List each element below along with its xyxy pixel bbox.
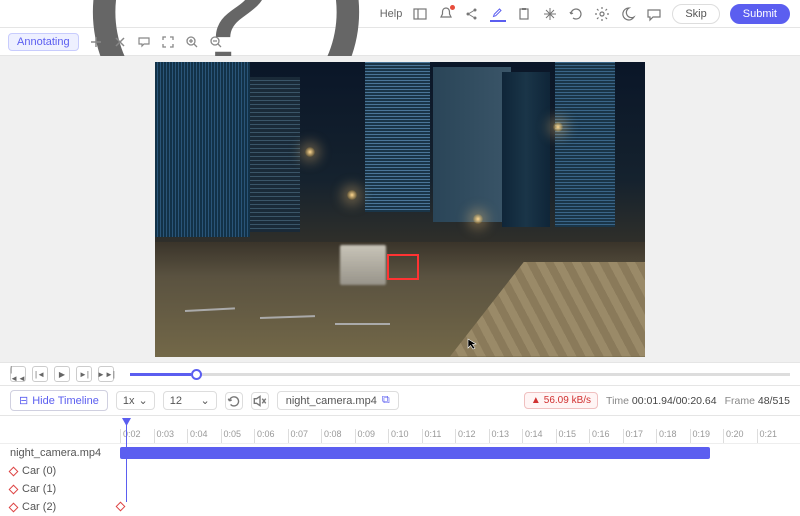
warning-icon: ▲ bbox=[531, 395, 541, 406]
timeline-settings: ⊟ Hide Timeline 1x⌄ 12⌄ night_camera.mp4… bbox=[0, 386, 800, 416]
file-chip[interactable]: night_camera.mp4 ⧉ bbox=[277, 391, 399, 410]
collapse-icon: ⊟ bbox=[19, 394, 28, 407]
ruler-tick: 0:04 bbox=[187, 429, 221, 443]
playhead[interactable] bbox=[126, 420, 127, 502]
status-pill: Annotating bbox=[8, 33, 79, 51]
ruler-tick: 0:16 bbox=[589, 429, 623, 443]
gear-icon[interactable] bbox=[594, 6, 610, 22]
expand-icon[interactable] bbox=[161, 35, 175, 49]
bitrate-warning: ▲ 56.09 kB/s bbox=[524, 392, 598, 409]
copy-icon[interactable]: ⧉ bbox=[382, 394, 390, 407]
clipboard-icon[interactable] bbox=[516, 6, 532, 22]
ruler-tick: 0:17 bbox=[623, 429, 657, 443]
sparkle-icon[interactable] bbox=[542, 6, 558, 22]
ruler-tick: 0:21 bbox=[757, 429, 791, 443]
file-name: night_camera.mp4 bbox=[286, 395, 377, 407]
help-label: Help bbox=[380, 8, 403, 20]
ruler-tick: 0:18 bbox=[656, 429, 690, 443]
ruler-tick: 0:14 bbox=[522, 429, 556, 443]
panel-icon[interactable] bbox=[412, 6, 428, 22]
moon-icon[interactable] bbox=[620, 6, 636, 22]
keyframe-icon bbox=[9, 484, 19, 494]
prev-frame-button[interactable]: |◄ bbox=[32, 366, 48, 382]
keyframe-icon bbox=[9, 466, 19, 476]
ruler-tick: 0:03 bbox=[154, 429, 188, 443]
building bbox=[555, 62, 615, 227]
cursor-icon bbox=[467, 338, 479, 350]
time-info: Time 00:01.94/00:20.64 bbox=[606, 395, 717, 407]
track-label: Car (1) bbox=[10, 483, 120, 495]
brush-icon[interactable] bbox=[490, 6, 506, 22]
object-track[interactable]: Car (0) bbox=[0, 462, 800, 480]
object-track[interactable]: Car (2) bbox=[0, 498, 800, 516]
ruler-tick: 0:13 bbox=[489, 429, 523, 443]
close-icon[interactable] bbox=[113, 35, 127, 49]
comment-icon[interactable] bbox=[137, 35, 151, 49]
play-button[interactable]: ▶ bbox=[54, 366, 70, 382]
mute-icon[interactable] bbox=[251, 392, 269, 410]
ruler-tick: 0:10 bbox=[388, 429, 422, 443]
canvas-area[interactable] bbox=[0, 56, 800, 362]
chevron-down-icon: ⌄ bbox=[200, 394, 209, 407]
streetlight bbox=[305, 147, 315, 157]
ruler-tick: 0:20 bbox=[723, 429, 757, 443]
timeline-ruler[interactable]: 0:020:030:040:050:060:070:080:090:100:11… bbox=[0, 416, 800, 444]
ruler-tick: 0:11 bbox=[422, 429, 456, 443]
timeline: 0:020:030:040:050:060:070:080:090:100:11… bbox=[0, 416, 800, 516]
track-label: Car (2) bbox=[10, 501, 120, 513]
skip-end-button[interactable]: ►►| bbox=[98, 366, 114, 382]
seek-thumb[interactable] bbox=[191, 369, 202, 380]
ruler-tick: 0:19 bbox=[690, 429, 724, 443]
chat-icon[interactable] bbox=[646, 6, 662, 22]
chevron-down-icon: ⌄ bbox=[138, 394, 147, 407]
submit-button[interactable]: Submit bbox=[730, 4, 790, 24]
skip-button[interactable]: Skip bbox=[672, 4, 719, 24]
seek-slider[interactable] bbox=[130, 373, 790, 376]
skip-start-button[interactable]: |◄◄ bbox=[10, 366, 26, 382]
fps-select[interactable]: 12⌄ bbox=[163, 391, 217, 410]
building bbox=[433, 67, 511, 222]
bitrate-value: 56.09 kB/s bbox=[544, 395, 591, 406]
bell-icon[interactable] bbox=[438, 6, 454, 22]
object-track[interactable]: Car (1) bbox=[0, 480, 800, 498]
zoom-in-icon[interactable] bbox=[185, 35, 199, 49]
add-icon[interactable] bbox=[89, 35, 103, 49]
streetlight bbox=[473, 214, 483, 224]
track-label: night_camera.mp4 bbox=[10, 447, 120, 459]
building bbox=[365, 62, 430, 212]
ruler-tick: 0:08 bbox=[321, 429, 355, 443]
streetlight bbox=[347, 190, 357, 200]
ruler-tick: 0:15 bbox=[556, 429, 590, 443]
building bbox=[502, 72, 550, 227]
hide-timeline-button[interactable]: ⊟ Hide Timeline bbox=[10, 390, 108, 411]
vehicle bbox=[340, 245, 386, 285]
ruler-tick: 0:05 bbox=[221, 429, 255, 443]
next-frame-button[interactable]: ►| bbox=[76, 366, 92, 382]
zoom-out-icon[interactable] bbox=[209, 35, 223, 49]
video-track: night_camera.mp4 bbox=[0, 444, 800, 462]
refresh-icon[interactable] bbox=[568, 6, 584, 22]
ruler-tick: 0:12 bbox=[455, 429, 489, 443]
building bbox=[250, 77, 300, 232]
playback-controls: |◄◄ |◄ ▶ ►| ►►| bbox=[0, 362, 800, 386]
ruler-tick: 0:07 bbox=[288, 429, 322, 443]
streetlight bbox=[553, 122, 563, 132]
bounding-box[interactable] bbox=[387, 254, 419, 280]
ruler-tick: 0:06 bbox=[254, 429, 288, 443]
share-icon[interactable] bbox=[464, 6, 480, 22]
keyframe-icon bbox=[9, 502, 19, 512]
loop-icon[interactable] bbox=[225, 392, 243, 410]
track-label: Car (0) bbox=[10, 465, 120, 477]
speed-select[interactable]: 1x⌄ bbox=[116, 391, 155, 410]
video-frame bbox=[155, 62, 645, 357]
frame-info: Frame 48/515 bbox=[725, 395, 790, 407]
top-bar: ? Help Skip Submit bbox=[0, 0, 800, 28]
clip-bar[interactable] bbox=[120, 447, 710, 459]
ruler-tick: 0:09 bbox=[355, 429, 389, 443]
hide-timeline-label: Hide Timeline bbox=[32, 395, 99, 407]
building bbox=[155, 62, 250, 237]
